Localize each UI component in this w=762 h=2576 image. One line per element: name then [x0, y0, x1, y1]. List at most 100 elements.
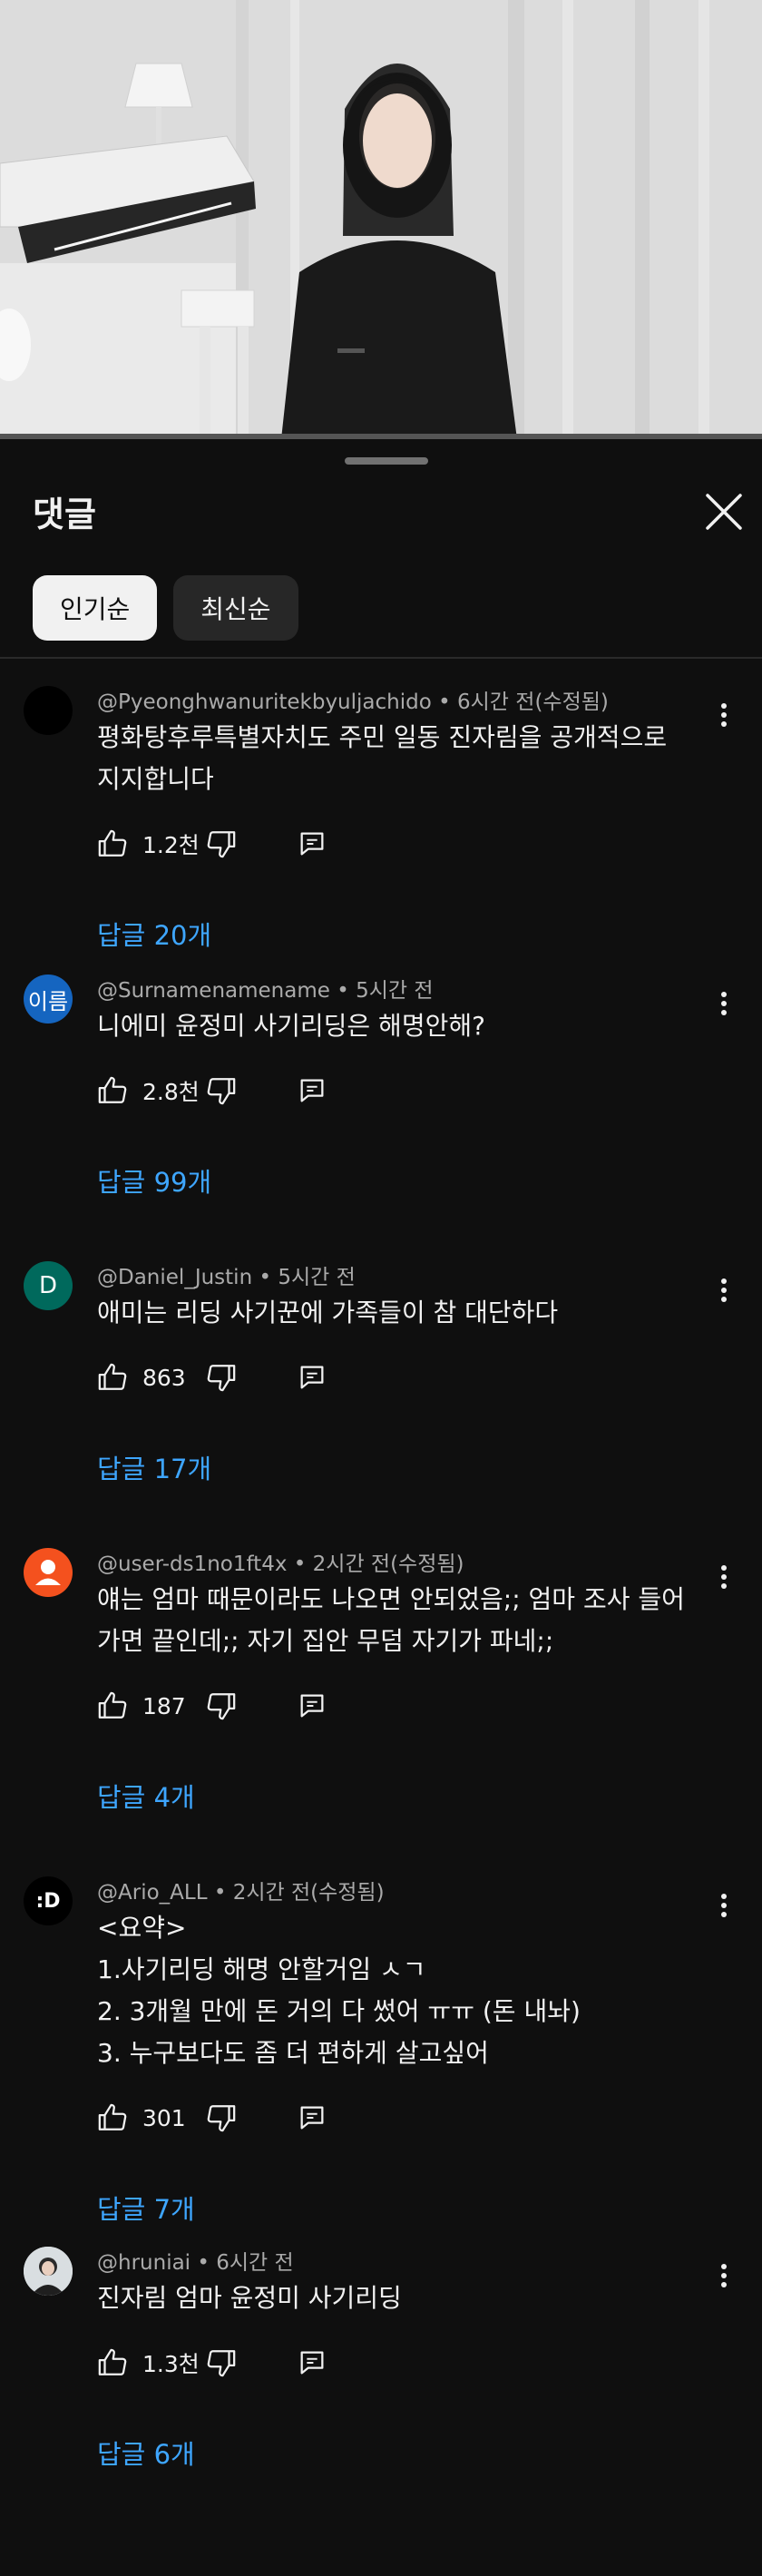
reply-icon: [300, 1079, 324, 1102]
more-vert-icon: [721, 992, 727, 1015]
reply-button[interactable]: [297, 1362, 327, 1393]
thumbs-up-icon: [98, 2103, 127, 2130]
more-button[interactable]: [706, 697, 742, 733]
more-button[interactable]: [706, 1272, 742, 1308]
dislike-button[interactable]: [206, 2102, 237, 2133]
thumbs-up-icon: [98, 1363, 127, 1390]
thumbs-down-icon: [207, 2105, 236, 2132]
avatar[interactable]: [24, 2247, 73, 2296]
close-button[interactable]: [698, 486, 749, 537]
comment-author[interactable]: @Daniel_Justin: [97, 1266, 252, 1289]
view-replies-link[interactable]: 답글 99개: [97, 1161, 211, 1200]
reply-button[interactable]: [297, 2102, 327, 2133]
comment-author[interactable]: @Pyeonghwanuritekbyuljachido: [97, 691, 432, 714]
view-replies-link[interactable]: 답글 20개: [97, 915, 211, 953]
comment-meta: @Surnamenamename • 5시간 전: [97, 979, 434, 1003]
like-count: 1.3천: [142, 2351, 200, 2377]
like-button[interactable]: [97, 1075, 128, 1106]
comment-actions: 301: [97, 2100, 327, 2136]
comment-time: 2시간 전(수정됨): [232, 1881, 385, 1905]
like-count: 187: [142, 1692, 186, 1719]
comment-text: 진자림 엄마 윤정미 사기리딩: [97, 2283, 402, 2313]
thumbs-down-icon: [207, 1365, 236, 1392]
chip-top-comments[interactable]: 인기순: [33, 575, 158, 641]
comment-time: 6시간 전: [216, 2251, 294, 2275]
close-icon: [706, 494, 742, 530]
comment-text: 니에미 윤정미 사기리딩은 해명안해?: [97, 1011, 485, 1041]
more-button[interactable]: [706, 2258, 742, 2294]
person-icon: [35, 1560, 61, 1585]
like-button[interactable]: [97, 828, 128, 859]
reply-icon: [300, 832, 324, 856]
comment-actions: 187: [97, 1688, 327, 1724]
reply-icon: [300, 1366, 324, 1389]
avatar[interactable]: D: [24, 1261, 73, 1310]
reply-button[interactable]: [297, 1075, 327, 1106]
like-count: 2.8천: [142, 1079, 200, 1105]
comment-text-line: 1.사기리딩 해명 안할거임 ㅅㄱ: [97, 1954, 426, 1984]
view-replies-link[interactable]: 답글 4개: [97, 1777, 195, 1815]
reply-button[interactable]: [297, 2347, 327, 2378]
more-vert-icon: [721, 1565, 727, 1589]
more-vert-icon: [721, 703, 727, 727]
avatar[interactable]: [24, 686, 73, 735]
like-count: 1.2천: [142, 832, 200, 858]
avatar[interactable]: [24, 1548, 73, 1597]
comment-actions: 1.3천: [97, 2345, 327, 2381]
comment-author[interactable]: @Surnamenamename: [97, 979, 330, 1003]
comment-text: 얘는 엄마 때문이라도 나오면 안되었음;; 엄마 조사 들어가면 끝인데;; …: [97, 1584, 685, 1656]
video-player[interactable]: [0, 0, 762, 439]
like-button[interactable]: [97, 1690, 128, 1721]
like-count: 863: [142, 1364, 186, 1391]
comment-time: 5시간 전: [278, 1266, 356, 1289]
dislike-button[interactable]: [206, 1362, 237, 1393]
comment-text: <요약> 1.사기리딩 해명 안할거임 ㅅㄱ 2. 3개월 만에 돈 거의 다 …: [97, 1907, 696, 2074]
dislike-button[interactable]: [206, 1075, 237, 1106]
comment-actions: 2.8천: [97, 1073, 327, 1109]
reply-button[interactable]: [297, 1690, 327, 1721]
comment-text-line: 2. 3개월 만에 돈 거의 다 썼어 ㅠㅠ (돈 내놔): [97, 1996, 581, 2026]
comment-meta: @hruniai • 6시간 전: [97, 2251, 294, 2275]
comment-author[interactable]: @hruniai: [97, 2251, 190, 2275]
dislike-button[interactable]: [206, 828, 237, 859]
comment-meta: @Ario_ALL • 2시간 전(수정됨): [97, 1881, 385, 1905]
thumbs-up-icon: [98, 1691, 127, 1719]
sheet-title: 댓글: [33, 495, 96, 534]
divider: [0, 657, 762, 659]
more-button[interactable]: [706, 1559, 742, 1595]
view-replies-link[interactable]: 답글 6개: [97, 2434, 195, 2472]
reply-icon: [300, 1694, 324, 1718]
avatar[interactable]: :D: [24, 1876, 73, 1925]
like-button[interactable]: [97, 2347, 128, 2378]
more-button[interactable]: [706, 1887, 742, 1924]
comment-actions: 863: [97, 1359, 327, 1396]
view-replies-link[interactable]: 답글 7개: [97, 2189, 195, 2227]
comment-text-line: <요약>: [97, 1913, 187, 1943]
avatar[interactable]: 이름: [24, 975, 73, 1024]
reply-button[interactable]: [297, 828, 327, 859]
dislike-button[interactable]: [206, 2347, 237, 2378]
thumbs-down-icon: [207, 2350, 236, 2377]
dislike-button[interactable]: [206, 1690, 237, 1721]
comment-actions: 1.2천: [97, 826, 327, 862]
comment-text: 평화탕후루특별자치도 주민 일동 진자림을 공개적으로 지지합니다: [97, 722, 668, 794]
comment-meta: @user-ds1no1ft4x • 2시간 전(수정됨): [97, 1552, 464, 1576]
like-button[interactable]: [97, 2102, 128, 2133]
reply-icon: [300, 2351, 324, 2375]
view-replies-link[interactable]: 답글 17개: [97, 1448, 211, 1486]
more-button[interactable]: [706, 985, 742, 1022]
profile-photo: [24, 2247, 73, 2296]
comment-meta: @Daniel_Justin • 5시간 전: [97, 1266, 356, 1289]
comment-author[interactable]: @Ario_ALL: [97, 1881, 208, 1905]
reply-icon: [300, 2106, 324, 2130]
thumbs-up-icon: [98, 2348, 127, 2375]
comment-meta: @Pyeonghwanuritekbyuljachido • 6시간 전(수정됨…: [97, 691, 609, 714]
comment-time: 5시간 전: [356, 979, 434, 1003]
comment-author[interactable]: @user-ds1no1ft4x: [97, 1552, 287, 1576]
thumbs-down-icon: [207, 831, 236, 858]
like-count: 301: [142, 2104, 186, 2131]
more-vert-icon: [721, 1894, 727, 1917]
like-button[interactable]: [97, 1362, 128, 1393]
drag-handle[interactable]: [345, 457, 428, 465]
chip-newest[interactable]: 최신순: [173, 575, 298, 641]
